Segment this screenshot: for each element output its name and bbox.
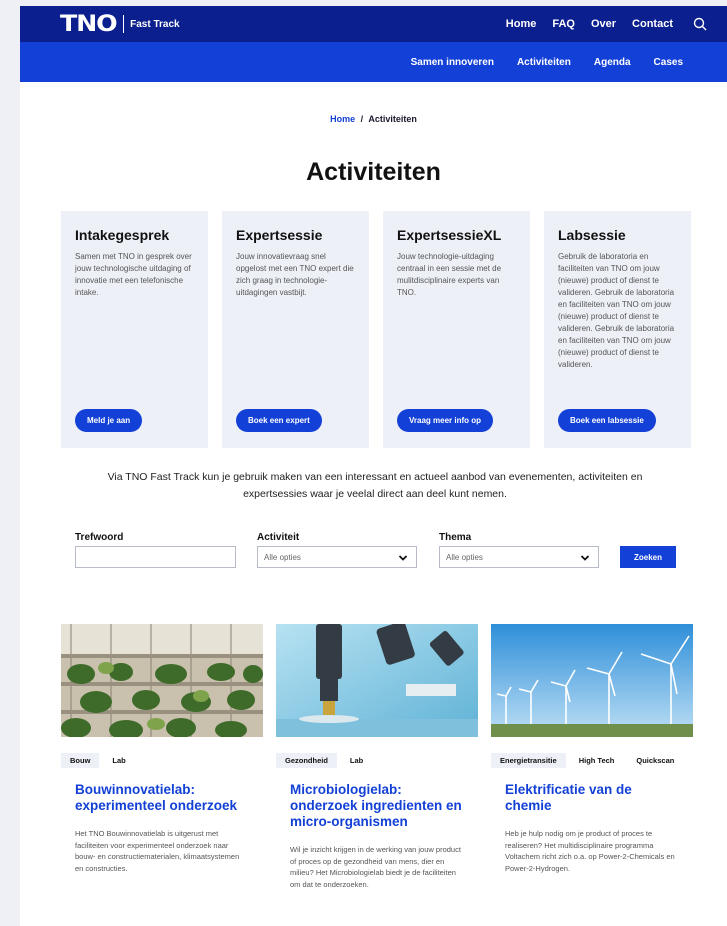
article-card[interactable]: Bouw Lab Bouwinnovatielab: experimenteel… (61, 624, 263, 890)
breadcrumb: Home / Activiteiten (20, 114, 727, 124)
card-title: Intakegesprek (75, 227, 170, 243)
activity-select-value: Alle opties (264, 552, 301, 562)
search-button[interactable]: Zoeken (620, 546, 676, 568)
article-tags: Energietransitie High Tech Quickscan (491, 753, 693, 768)
article-tags: Gezondheid Lab (276, 753, 478, 768)
tag[interactable]: Lab (103, 753, 134, 768)
theme-select[interactable]: Alle opties (439, 546, 599, 568)
article-image-microscope[interactable] (276, 624, 478, 737)
filter-bar: Trefwoord Activiteit Alle opties Thema A… (75, 532, 695, 572)
tag[interactable]: Gezondheid (276, 753, 337, 768)
breadcrumb-home[interactable]: Home (330, 114, 355, 124)
article-tags: Bouw Lab (61, 753, 263, 768)
chevron-down-icon (398, 555, 408, 561)
vraag-meer-info-button[interactable]: Vraag meer info op (397, 409, 494, 432)
subnav-agenda[interactable]: Agenda (594, 57, 631, 68)
article-title[interactable]: Microbiologielab: onderzoek ingredienten… (290, 782, 464, 830)
logo-subtitle: Fast Track (130, 18, 180, 30)
theme-select-value: Alle opties (446, 552, 483, 562)
card-title: ExpertsessieXL (397, 227, 502, 243)
activity-label: Activiteit (257, 532, 300, 543)
card-text: Jouw innovatievraag snel opgelost met ee… (236, 252, 354, 297)
article-image-wind-turbines[interactable] (491, 624, 693, 737)
subnav-activiteiten[interactable]: Activiteiten (517, 57, 571, 68)
theme-label: Thema (439, 532, 472, 543)
logo-mark: TNO (60, 11, 118, 37)
keyword-label: Trefwoord (75, 532, 124, 543)
top-bar: TNO Fast Track Home FAQ Over Contact (20, 6, 727, 42)
page: TNO Fast Track Home FAQ Over Contact Sam… (20, 6, 727, 926)
article-excerpt: Heb je hulp nodig om je product of proce… (505, 829, 675, 873)
logo[interactable]: TNO Fast Track (60, 12, 180, 37)
boek-een-labsessie-button[interactable]: Boek een labsessie (558, 409, 656, 432)
breadcrumb-current: Activiteiten (368, 114, 417, 124)
tag[interactable]: Bouw (61, 753, 100, 768)
top-nav: Home FAQ Over Contact (506, 17, 707, 31)
boek-een-expert-button[interactable]: Boek een expert (236, 409, 322, 432)
card-text: Gebruik de laboratoria en faciliteiten v… (558, 252, 675, 369)
nav-contact[interactable]: Contact (632, 18, 673, 30)
meld-je-aan-button[interactable]: Meld je aan (75, 409, 143, 432)
article-title[interactable]: Elektrificatie van de chemie (505, 782, 679, 814)
card-expertsessie-xl: ExpertsessieXL Jouw technologie-uitdagin… (383, 211, 530, 448)
subnav-samen-innoveren[interactable]: Samen innoveren (411, 57, 494, 68)
nav-over[interactable]: Over (591, 18, 616, 30)
subnav-cases[interactable]: Cases (654, 57, 683, 68)
article-image-green-building[interactable] (61, 624, 263, 737)
breadcrumb-separator: / (360, 114, 364, 124)
article-card[interactable]: Gezondheid Lab Microbiologielab: onderzo… (276, 624, 478, 890)
page-title: Activiteiten (306, 158, 441, 186)
keyword-input[interactable] (75, 546, 236, 568)
article-list: Bouw Lab Bouwinnovatielab: experimenteel… (61, 624, 693, 890)
card-labsessie: Labsessie Gebruik de laboratoria en faci… (544, 211, 691, 448)
activity-select[interactable]: Alle opties (257, 546, 417, 568)
card-expertsessie: Expertsessie Jouw innovatievraag snel op… (222, 211, 369, 448)
nav-faq[interactable]: FAQ (552, 18, 575, 30)
article-title[interactable]: Bouwinnovatielab: experimenteel onderzoe… (75, 782, 249, 814)
nav-home[interactable]: Home (506, 18, 537, 30)
card-text: Samen met TNO in gesprek over jouw techn… (75, 252, 192, 297)
tag[interactable]: Lab (341, 753, 372, 768)
logo-divider (123, 15, 125, 33)
chevron-down-icon (580, 555, 590, 561)
tag[interactable]: Energietransitie (491, 753, 566, 768)
intro-text: Via TNO Fast Track kun je gebruik maken … (107, 471, 643, 500)
search-icon[interactable] (693, 17, 707, 31)
secondary-nav: Samen innoveren Activiteiten Agenda Case… (20, 42, 727, 82)
card-title: Labsessie (558, 227, 626, 243)
activity-cards: Intakegesprek Samen met TNO in gesprek o… (61, 211, 691, 448)
tag[interactable]: High Tech (570, 753, 624, 768)
article-excerpt: Wil je inzicht krijgen in de werking van… (290, 845, 461, 889)
tag[interactable]: Quickscan (627, 753, 683, 768)
article-excerpt: Het TNO Bouwinnovatielab is uitgerust me… (75, 829, 240, 873)
article-card[interactable]: Energietransitie High Tech Quickscan Ele… (491, 624, 693, 890)
card-text: Jouw technologie-uitdaging centraal in e… (397, 252, 502, 297)
card-intakegesprek: Intakegesprek Samen met TNO in gesprek o… (61, 211, 208, 448)
card-title: Expertsessie (236, 227, 323, 243)
